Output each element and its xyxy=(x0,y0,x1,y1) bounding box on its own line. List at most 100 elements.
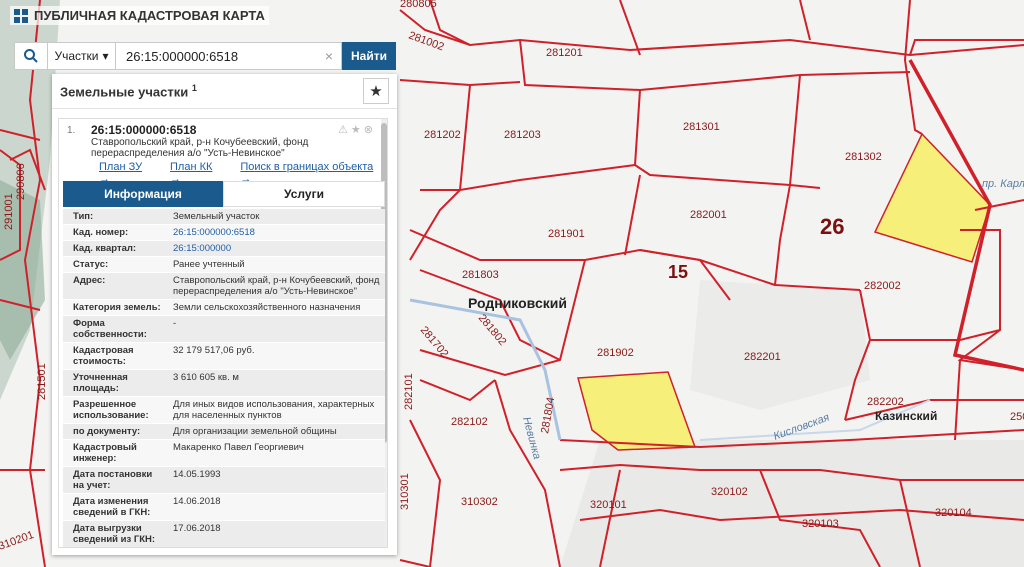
property-row: Дата выгрузки сведений из ГКН: 17.06.2018 xyxy=(63,521,385,547)
property-row: Статус: Ранее учтенный xyxy=(63,257,385,273)
svg-text:281902: 281902 xyxy=(597,347,634,359)
warning-star-icons[interactable]: ⚠ ★ ⊗ xyxy=(338,123,373,136)
svg-text:320101: 320101 xyxy=(590,499,627,511)
svg-text:320104: 320104 xyxy=(935,507,972,519)
svg-text:310302: 310302 xyxy=(461,496,498,508)
property-key: Уточненная площадь: xyxy=(73,372,128,394)
property-key: Дата постановки на учет: xyxy=(73,469,153,491)
property-key: Дата изменения сведений в ГКН: xyxy=(73,496,151,518)
tab-information[interactable]: Информация xyxy=(63,181,223,207)
svg-text:281201: 281201 xyxy=(546,47,583,59)
property-row: Тип: Земельный участок xyxy=(63,209,385,225)
property-key: Кадастровая стоимость: xyxy=(73,345,134,367)
property-value: Земли сельскохозяйственного назначения xyxy=(173,302,361,313)
property-key: Кад. квартал: xyxy=(73,243,137,254)
chevron-down-icon: ▾ xyxy=(102,49,109,63)
app-title-text: ПУБЛИЧНАЯ КАДАСТРОВАЯ КАРТА xyxy=(34,8,265,23)
property-key: Кадастровый инженер: xyxy=(73,442,137,464)
app-title: ПУБЛИЧНАЯ КАДАСТРОВАЯ КАРТА xyxy=(10,6,269,25)
svg-text:290806: 290806 xyxy=(15,163,27,200)
property-row: Кад. номер: 26:15:000000:6518 xyxy=(63,225,385,241)
svg-text:281301: 281301 xyxy=(683,121,720,133)
svg-text:282001: 282001 xyxy=(690,209,727,221)
property-value: - xyxy=(173,318,177,329)
property-row: по документу: Для организации земельной о… xyxy=(63,424,385,440)
property-key: Разрешенное использование: xyxy=(73,399,149,421)
property-value[interactable]: 26:15:000000 xyxy=(169,241,385,256)
svg-text:281803: 281803 xyxy=(462,269,499,281)
svg-text:15: 15 xyxy=(668,262,688,282)
property-value[interactable]: 26:15:000000:6518 xyxy=(169,225,385,240)
panel-title-text: Земельные участки xyxy=(60,84,189,100)
property-value: 32 179 517,06 руб. xyxy=(173,345,255,356)
svg-text:320103: 320103 xyxy=(802,518,839,530)
tab-services[interactable]: Услуги xyxy=(223,181,385,207)
property-row: Кад. квартал: 26:15:000000 xyxy=(63,241,385,257)
svg-text:250101: 250101 xyxy=(1010,411,1024,423)
search-input[interactable]: 26:15:000000:6518 × xyxy=(116,42,342,70)
result-card: 1. 26:15:000000:6518 Ставропольский край… xyxy=(58,118,388,548)
property-row: Адрес: Ставропольский край, р-н Кочубеевс… xyxy=(63,273,385,300)
svg-text:282002: 282002 xyxy=(864,280,901,292)
svg-text:281302: 281302 xyxy=(845,151,882,163)
property-key: Дата выгрузки сведений из ГКН: xyxy=(73,523,156,545)
svg-text:291001: 291001 xyxy=(3,193,15,230)
info-tabs: Информация Услуги xyxy=(63,181,385,207)
property-row: Дата постановки на учет: 14.05.1993 xyxy=(63,467,385,494)
search-query-text: 26:15:000000:6518 xyxy=(126,48,239,64)
svg-text:282102: 282102 xyxy=(451,416,488,428)
property-key: Адрес: xyxy=(73,275,106,286)
property-key: Кад. номер: xyxy=(73,227,129,238)
property-key: Тип: xyxy=(73,211,94,222)
property-key: Категория земель: xyxy=(73,302,161,313)
property-value: 3 610 605 кв. м xyxy=(173,372,239,383)
panel-header: Земельные участки 1 ★ xyxy=(52,74,397,109)
result-cad-number: 26:15:000000:6518 xyxy=(91,123,197,137)
result-index: 1. xyxy=(67,125,76,136)
favorite-star-icon[interactable]: ★ xyxy=(363,78,389,104)
search-bar: Участки ▾ 26:15:000000:6518 × Найти xyxy=(14,42,396,70)
property-row: Форма собственности: - xyxy=(63,316,385,343)
property-key: Форма собственности: xyxy=(73,318,147,340)
property-row: Кадастровый инженер: Макаренко Павел Геор… xyxy=(63,440,385,467)
property-value: Ставропольский край, р-н Кочубеевский, ф… xyxy=(173,275,380,297)
property-value: Для иных видов использования, характерны… xyxy=(173,399,375,421)
search-type-select[interactable]: Участки ▾ xyxy=(48,42,116,70)
svg-text:282201: 282201 xyxy=(744,351,781,363)
search-type-label: Участки xyxy=(54,49,99,63)
svg-text:281901: 281901 xyxy=(548,228,585,240)
property-row: Разрешенное использование: Для иных видов… xyxy=(63,397,385,424)
svg-text:310301: 310301 xyxy=(399,473,411,510)
svg-text:пр. Карл: пр. Карл xyxy=(982,178,1024,190)
property-row: Уточненная площадь: 3 610 605 кв. м xyxy=(63,370,385,397)
results-panel: Земельные участки 1 ★ 1. 26:15:000000:65… xyxy=(52,74,397,555)
properties-table: Тип: Земельный участок Кад. номер: 26:15:00… xyxy=(63,209,385,547)
svg-text:281203: 281203 xyxy=(504,129,541,141)
property-value: 14.06.2018 xyxy=(173,496,221,507)
property-value: Для организации земельной общины xyxy=(173,426,337,437)
property-value: Земельный участок xyxy=(173,211,260,222)
property-row: Кадастровая стоимость: 32 179 517,06 руб. xyxy=(63,343,385,370)
result-count: 1 xyxy=(191,82,197,93)
svg-text:281202: 281202 xyxy=(424,129,461,141)
property-value: 17.06.2018 xyxy=(173,523,221,534)
svg-text:26: 26 xyxy=(820,214,844,239)
svg-text:280805: 280805 xyxy=(400,0,437,10)
property-row: Дата изменения сведений в ГКН: 14.06.2018 xyxy=(63,494,385,521)
property-value: Ранее учтенный xyxy=(173,259,245,270)
search-icon[interactable] xyxy=(14,42,48,70)
property-value: 14.05.1993 xyxy=(173,469,221,480)
property-value: Макаренко Павел Георгиевич xyxy=(173,442,304,453)
property-row: Категория земель: Земли сельскохозяйствен… xyxy=(63,300,385,316)
svg-text:282202: 282202 xyxy=(867,396,904,408)
svg-text:320102: 320102 xyxy=(711,486,748,498)
svg-text:281501: 281501 xyxy=(36,363,48,400)
clear-icon[interactable]: × xyxy=(325,48,333,64)
find-button[interactable]: Найти xyxy=(342,42,396,70)
svg-text:Казинский: Казинский xyxy=(875,409,937,423)
map-logo-icon xyxy=(14,8,28,23)
property-key: Статус: xyxy=(73,259,109,270)
property-key: по документу: xyxy=(73,426,141,437)
panel-title: Земельные участки 1 xyxy=(60,83,197,99)
result-address: Ставропольский край, р-н Кочубеевский, ф… xyxy=(91,137,309,159)
